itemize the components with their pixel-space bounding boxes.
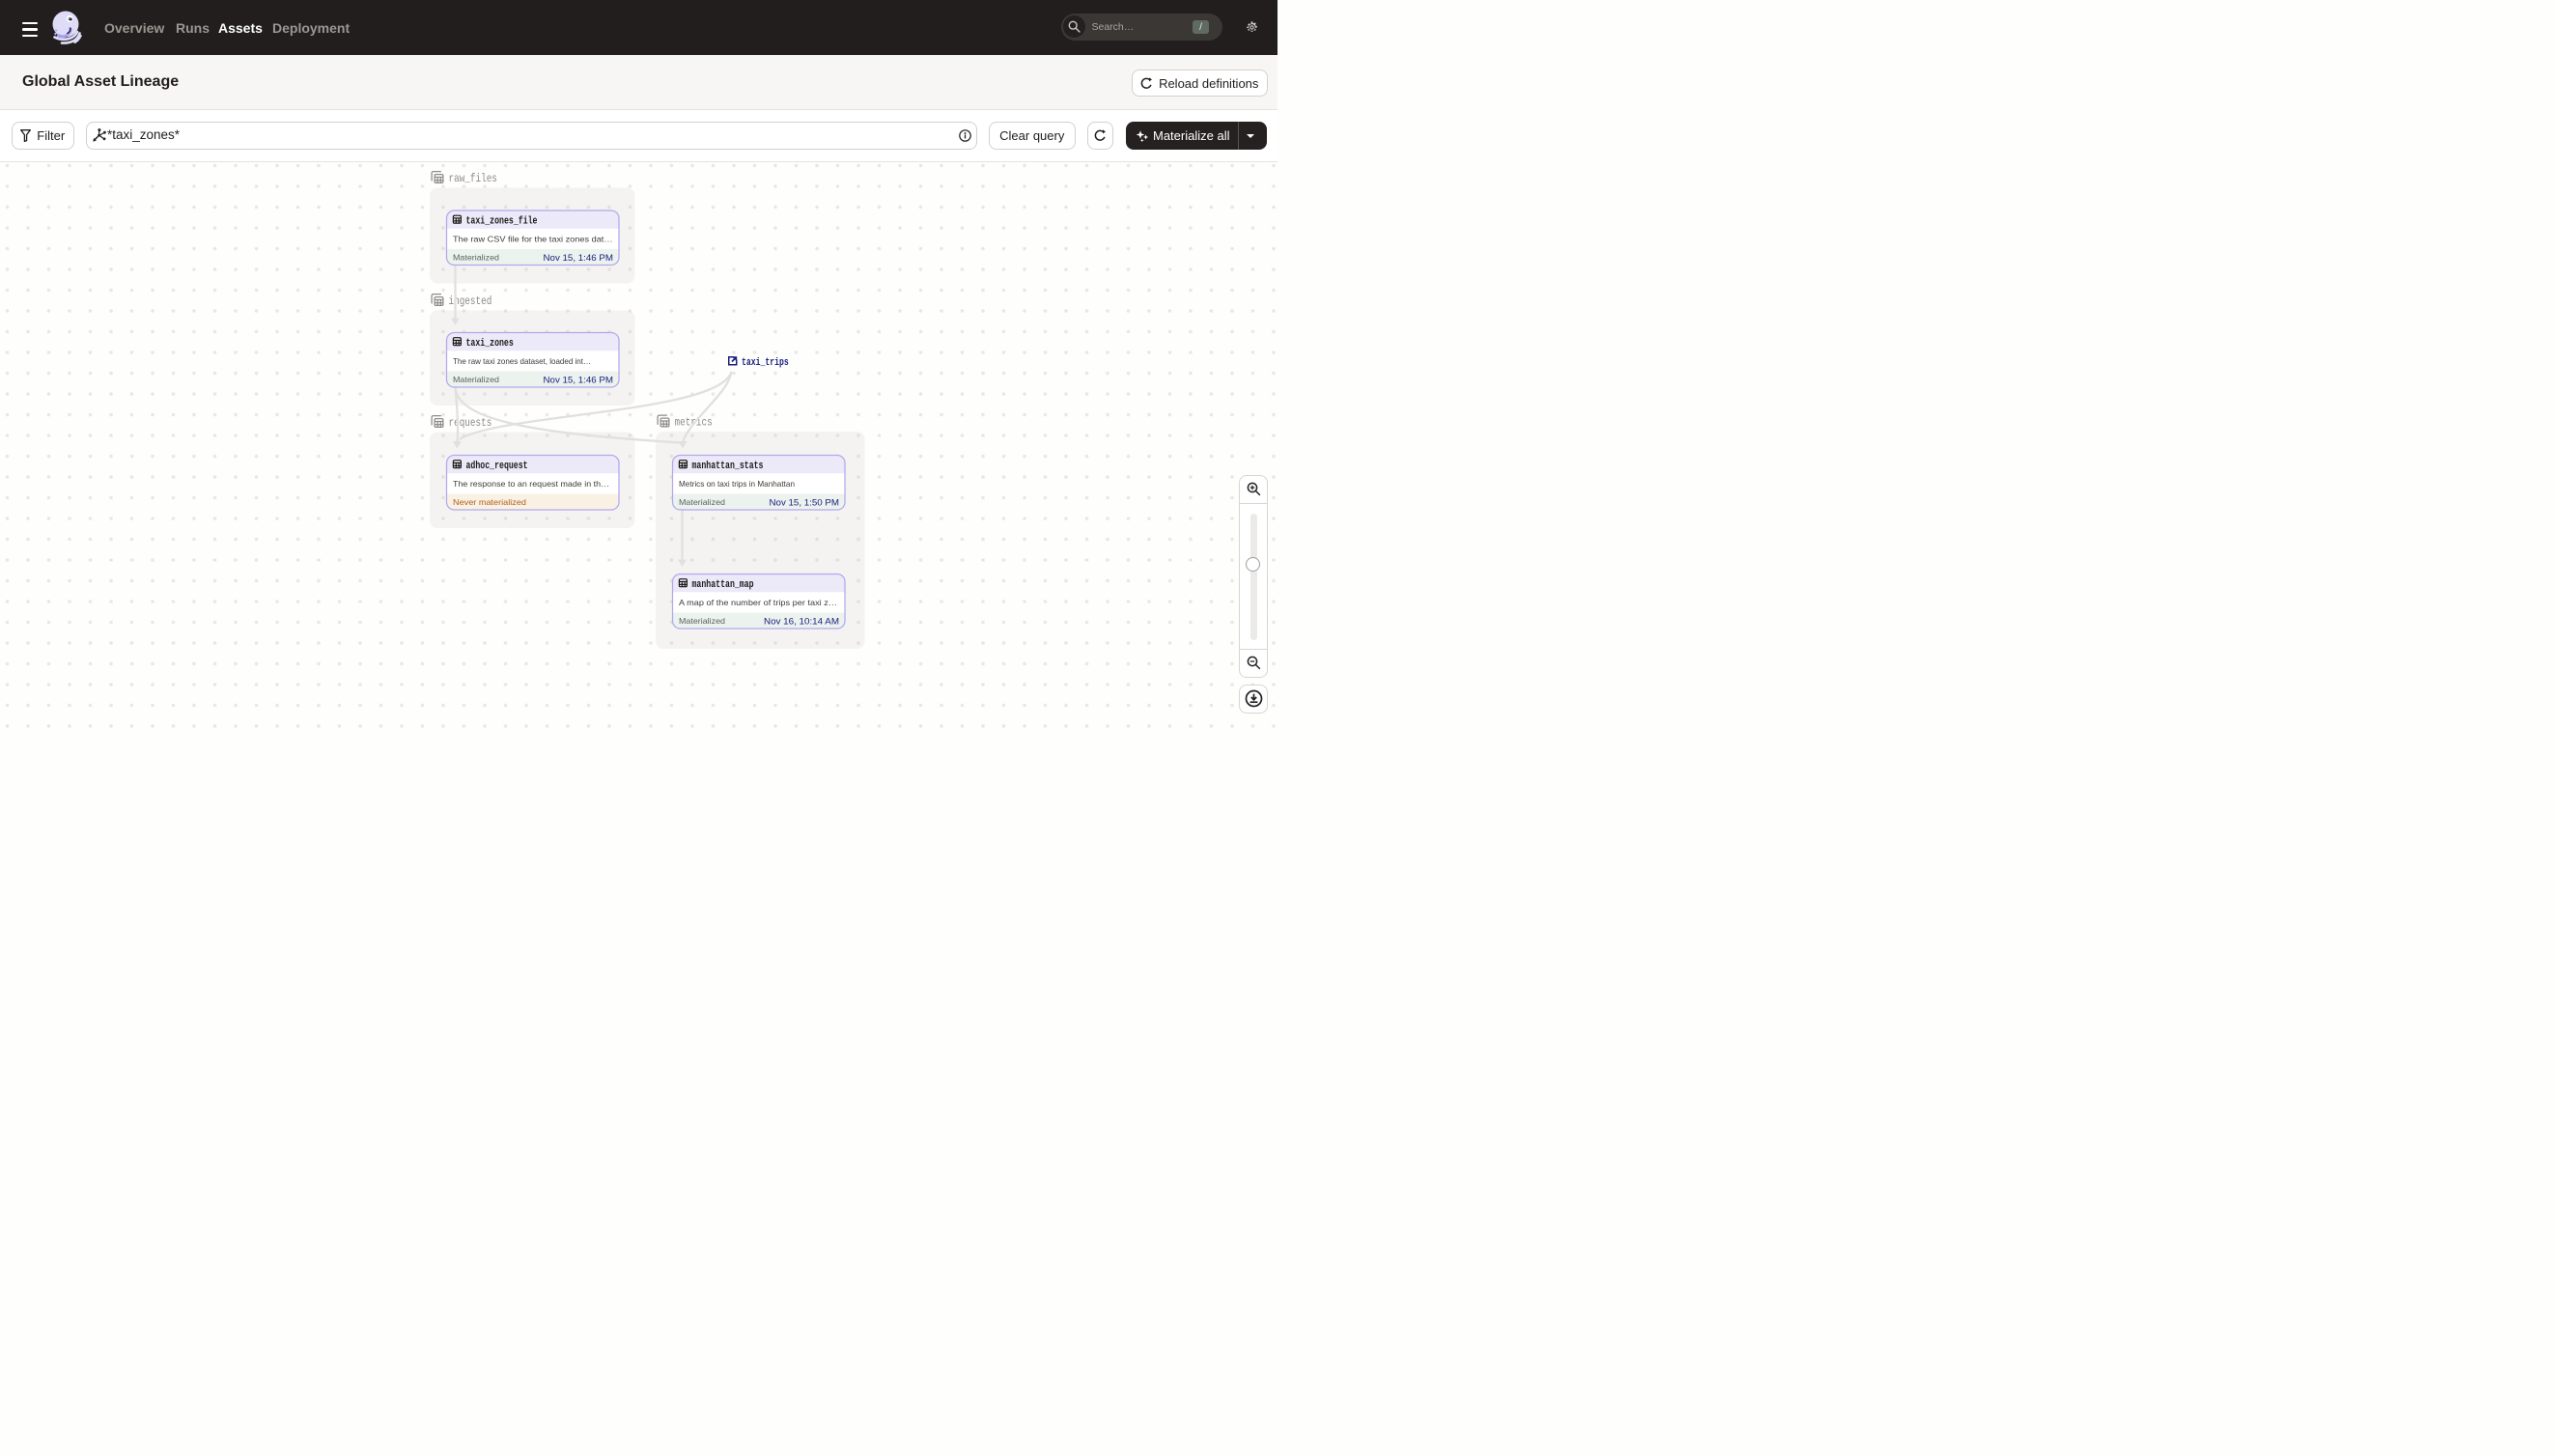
- svg-text:Metrics on taxi trips in Manha: Metrics on taxi trips in Manhattan: [679, 479, 795, 489]
- svg-text:Materialized: Materialized: [453, 375, 499, 384]
- svg-text:taxi_trips: taxi_trips: [742, 357, 789, 369]
- svg-text:Nov 16, 10:14 AM: Nov 16, 10:14 AM: [764, 617, 839, 628]
- svg-text:Materialized: Materialized: [679, 616, 725, 626]
- svg-text:Materialized: Materialized: [453, 253, 499, 263]
- svg-text:Nov 15, 1:46 PM: Nov 15, 1:46 PM: [544, 376, 614, 386]
- svg-text:manhattan_map: manhattan_map: [692, 579, 754, 591]
- svg-text:The raw CSV file for the taxi: The raw CSV file for the taxi zones dat…: [453, 235, 613, 244]
- svg-text:adhoc_request: adhoc_request: [466, 461, 528, 472]
- svg-text:taxi_zones: taxi_zones: [466, 338, 514, 350]
- svg-text:raw_files: raw_files: [449, 172, 497, 185]
- svg-text:A map of the number of trips p: A map of the number of trips per taxi z…: [679, 598, 837, 607]
- svg-text:The response to an request mad: The response to an request made in th…: [453, 479, 609, 489]
- svg-text:taxi_zones_file: taxi_zones_file: [466, 216, 538, 228]
- svg-text:The raw taxi zones dataset, lo: The raw taxi zones dataset, loaded int…: [453, 356, 591, 366]
- svg-text:manhattan_stats: manhattan_stats: [692, 461, 764, 472]
- svg-text:Never materialized: Never materialized: [453, 497, 526, 507]
- svg-text:Materialized: Materialized: [679, 497, 725, 507]
- svg-text:Nov 15, 1:50 PM: Nov 15, 1:50 PM: [770, 498, 840, 509]
- svg-text:Nov 15, 1:46 PM: Nov 15, 1:46 PM: [544, 253, 614, 264]
- svg-text:requests: requests: [449, 416, 492, 430]
